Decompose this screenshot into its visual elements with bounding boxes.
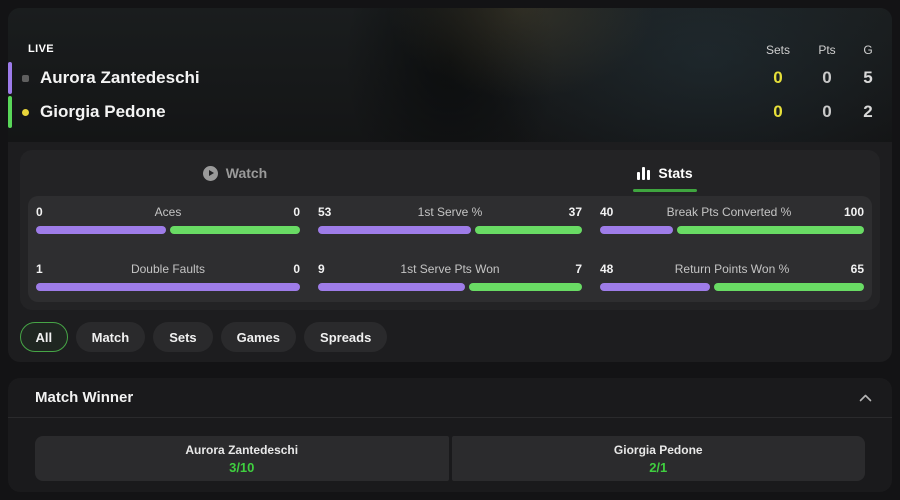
chip-spreads[interactable]: Spreads: [304, 322, 388, 352]
player2-name: Giorgia Pedone: [40, 102, 166, 121]
stat-bar: [318, 282, 582, 291]
stat-right-value: 0: [293, 205, 300, 219]
stat-left-value: 53: [318, 205, 332, 219]
stat-bar: [36, 282, 300, 291]
stat-left-value: 40: [600, 205, 614, 219]
market-filter-chips: All Match Sets Games Spreads: [20, 322, 388, 352]
stat-bar-right-segment: [677, 226, 864, 234]
stat-return-points-won: 48 Return Points Won % 65: [600, 261, 864, 291]
market-title: Match Winner: [35, 389, 134, 406]
play-icon: [202, 165, 218, 181]
stats-panel: Watch Stats 0 Aces 0 53 1st Serve % 37 4…: [20, 150, 880, 310]
stat-bar-left-segment: [36, 226, 166, 234]
stat-left-value: 0: [36, 205, 43, 219]
odds-button-player2[interactable]: Giorgia Pedone 2/1: [451, 436, 865, 481]
stat-bar-right-segment: [468, 282, 582, 291]
player2-serve-dot-icon: [22, 108, 29, 116]
player1-sets-score: 0: [773, 68, 783, 87]
selection-odds: 3/10: [229, 459, 255, 475]
player2-accent-bar: [8, 96, 12, 128]
stat-first-serve-pct: 53 1st Serve % 37: [318, 205, 582, 234]
selection-odds: 2/1: [649, 459, 668, 475]
stat-bar-right-segment: [170, 226, 300, 234]
stat-bar-left-segment: [318, 226, 472, 234]
active-tab-underline: [633, 189, 697, 192]
selection-name: Aurora Zantedeschi: [185, 442, 299, 457]
stat-bar: [36, 226, 300, 234]
column-header-sets: Sets: [765, 43, 790, 57]
stat-first-serve-pts-won: 9 1st Serve Pts Won 7: [318, 261, 582, 291]
market-selections: Aurora Zantedeschi 3/10 Giorgia Pedone 2…: [8, 418, 892, 481]
stat-left-value: 1: [36, 261, 43, 276]
stat-right-value: 7: [575, 261, 582, 276]
stat-label: 1st Serve Pts Won: [400, 261, 500, 276]
stat-double-faults: 1 Double Faults 0: [36, 261, 300, 291]
player2-games-score: 2: [863, 102, 873, 121]
chip-all[interactable]: All: [20, 322, 68, 352]
player-row-2: Giorgia Pedone 0 0 2: [8, 96, 892, 128]
stat-right-value: 0: [293, 261, 300, 276]
chip-games[interactable]: Games: [220, 322, 297, 352]
stat-bar-left-segment: [600, 226, 674, 234]
player1-serve-dot-icon: [22, 74, 29, 82]
chip-sets[interactable]: Sets: [153, 322, 213, 352]
match-card: LIVE Sets Pts G Aurora Zantedeschi 0 0 5…: [8, 8, 892, 362]
chip-match[interactable]: Match: [75, 322, 146, 352]
player1-pts-score: 0: [822, 68, 832, 87]
stat-bar: [318, 226, 582, 234]
player1-games-score: 5: [863, 68, 873, 87]
stat-bar-right-segment: [714, 282, 864, 291]
player1-accent-bar: [8, 62, 12, 94]
stat-label: Aces: [154, 205, 182, 219]
stat-bar: [600, 226, 864, 234]
tab-watch-label: Watch: [225, 165, 268, 181]
stat-label: Double Faults: [130, 261, 206, 276]
stat-label: Break Pts Converted %: [666, 205, 792, 219]
stat-right-value: 100: [843, 205, 864, 219]
player2-sets-score: 0: [773, 102, 783, 121]
column-header-pts: Pts: [818, 43, 836, 57]
market-header[interactable]: Match Winner: [8, 378, 892, 418]
tab-stats[interactable]: Stats: [450, 150, 880, 196]
tab-stats-label: Stats: [658, 165, 693, 181]
stat-aces: 0 Aces 0: [36, 205, 300, 234]
column-header-games: G: [863, 43, 873, 57]
stat-right-value: 65: [850, 261, 864, 276]
match-winner-market: Match Winner Aurora Zantedeschi 3/10 Gio…: [8, 378, 892, 492]
stat-left-value: 9: [318, 261, 325, 276]
stat-bar-left-segment: [318, 282, 465, 291]
player1-name: Aurora Zantedeschi: [40, 68, 200, 87]
player-row-1: Aurora Zantedeschi 0 0 5: [8, 62, 892, 94]
stat-left-value: 48: [600, 261, 614, 276]
scoreboard: LIVE Sets Pts G Aurora Zantedeschi 0 0 5…: [8, 8, 892, 142]
live-match-screen: LIVE Sets Pts G Aurora Zantedeschi 0 0 5…: [0, 0, 900, 500]
stat-label: Return Points Won %: [674, 261, 790, 276]
stat-break-pts-converted: 40 Break Pts Converted % 100: [600, 205, 864, 234]
bar-chart-icon: [637, 166, 651, 180]
stat-bar: [600, 282, 864, 291]
stats-grid: 0 Aces 0 53 1st Serve % 37 40 Break Pts …: [28, 196, 872, 302]
live-badge: LIVE: [28, 43, 55, 55]
tab-row: Watch Stats: [20, 150, 880, 196]
stat-right-value: 37: [568, 205, 582, 219]
chevron-up-icon: [859, 394, 872, 401]
stat-bar-left-segment: [600, 282, 711, 291]
player2-pts-score: 0: [822, 102, 832, 121]
stat-label: 1st Serve %: [417, 205, 483, 219]
tab-watch[interactable]: Watch: [20, 150, 450, 196]
selection-name: Giorgia Pedone: [613, 442, 703, 457]
stat-bar-left-segment: [36, 282, 300, 291]
stat-bar-right-segment: [475, 226, 582, 234]
odds-button-player1[interactable]: Aurora Zantedeschi 3/10: [35, 436, 449, 481]
